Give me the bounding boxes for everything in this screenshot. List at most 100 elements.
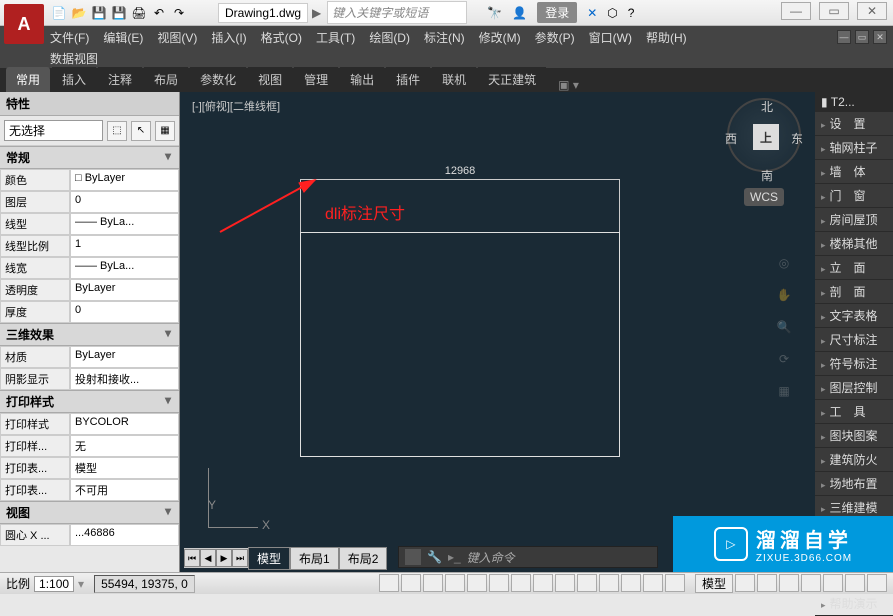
toggle-pickadd-icon[interactable]: ▦ — [155, 121, 175, 141]
annotation-scale-icon[interactable] — [757, 574, 777, 592]
sub-menu-dataview[interactable]: 数据视图 — [50, 50, 98, 67]
isolate-icon[interactable] — [845, 574, 865, 592]
scale-value[interactable]: 1:100 — [34, 576, 74, 592]
qp-icon[interactable] — [643, 574, 663, 592]
ribbon-options-icon[interactable]: ▣ ▾ — [558, 78, 579, 92]
tool-palette-item[interactable]: 楼梯其他 — [815, 232, 893, 256]
menu-item[interactable]: 插入(I) — [211, 29, 246, 46]
property-value[interactable]: 无 — [70, 435, 179, 457]
layout-nav-last[interactable]: ⏭ — [232, 549, 248, 567]
ribbon-tab[interactable]: 管理 — [294, 67, 338, 92]
layout-tab[interactable]: 布局1 — [290, 547, 339, 570]
qat-undo-icon[interactable]: ↶ — [150, 4, 168, 22]
command-input[interactable]: 键入命令 — [467, 549, 515, 566]
menu-item[interactable]: 工具(T) — [316, 29, 355, 46]
close-button[interactable]: ✕ — [857, 2, 887, 20]
wcs-badge[interactable]: WCS — [744, 188, 784, 206]
property-value[interactable]: 0 — [70, 191, 179, 213]
tool-palette-item[interactable]: 轴网柱子 — [815, 136, 893, 160]
search-input[interactable]: 键入关键字或短语 — [327, 1, 467, 24]
property-value[interactable]: —— ByLa... — [70, 257, 179, 279]
tool-palette-item[interactable]: 图层控制 — [815, 376, 893, 400]
infer-icon[interactable] — [379, 574, 399, 592]
ribbon-tab[interactable]: 插入 — [52, 67, 96, 92]
property-section-header[interactable]: 常规 — [0, 146, 179, 169]
qat-saveas-icon[interactable]: 💾 — [110, 4, 128, 22]
tool-palette-item[interactable]: 工 具 — [815, 400, 893, 424]
tool-palette-item[interactable]: 文字表格 — [815, 304, 893, 328]
otrack-icon[interactable] — [533, 574, 553, 592]
tool-palette-item[interactable]: 立 面 — [815, 256, 893, 280]
property-section-header[interactable]: 视图 — [0, 501, 179, 524]
help-icon[interactable]: ? — [628, 6, 635, 20]
zoom-icon[interactable]: 🔍 — [773, 316, 795, 338]
viewport-label[interactable]: [-][俯视][二维线框] — [192, 98, 280, 114]
ribbon-tab[interactable]: 联机 — [432, 67, 476, 92]
tool-palette-item[interactable]: 符号标注 — [815, 352, 893, 376]
polar-icon[interactable] — [467, 574, 487, 592]
ribbon-tab[interactable]: 天正建筑 — [478, 67, 546, 92]
tool-palette-item[interactable]: 设 置 — [815, 112, 893, 136]
property-value[interactable]: □ ByLayer — [70, 169, 179, 191]
qat-save-icon[interactable]: 💾 — [90, 4, 108, 22]
property-value[interactable]: —— ByLa... — [70, 213, 179, 235]
menu-item[interactable]: 修改(M) — [479, 29, 521, 46]
clean-screen-icon[interactable] — [867, 574, 887, 592]
dyn-icon[interactable] — [577, 574, 597, 592]
osnap-icon[interactable] — [489, 574, 509, 592]
menu-item[interactable]: 标注(N) — [424, 29, 465, 46]
app-logo[interactable]: A — [4, 4, 44, 44]
property-value[interactable]: 模型 — [70, 457, 179, 479]
doc-minimize-button[interactable]: — — [837, 30, 851, 44]
property-value[interactable]: BYCOLOR — [70, 413, 179, 435]
model-space-button[interactable]: 模型 — [695, 574, 733, 593]
cmd-tools-icon[interactable]: 🔧 — [427, 550, 442, 564]
tool-palette-item[interactable]: 房间屋顶 — [815, 208, 893, 232]
view-cube[interactable]: 北 南 西 东 上 WCS — [727, 98, 801, 188]
ribbon-tab[interactable]: 输出 — [340, 67, 384, 92]
pan-icon[interactable]: ✋ — [773, 284, 795, 306]
qat-new-icon[interactable]: 📄 — [50, 4, 68, 22]
menu-item[interactable]: 格式(O) — [261, 29, 302, 46]
property-value[interactable]: 1 — [70, 235, 179, 257]
selection-dropdown[interactable]: 无选择 — [4, 120, 103, 141]
menu-item[interactable]: 视图(V) — [157, 29, 197, 46]
tpy-icon[interactable] — [621, 574, 641, 592]
3dosnap-icon[interactable] — [511, 574, 531, 592]
tool-palette-title[interactable]: ▮ T2... — [815, 92, 893, 112]
tool-palette-item[interactable]: 尺寸标注 — [815, 328, 893, 352]
property-value[interactable]: ByLayer — [70, 346, 179, 368]
binoculars-icon[interactable]: 🔭 — [487, 6, 502, 20]
qat-redo-icon[interactable]: ↷ — [170, 4, 188, 22]
showmotion-icon[interactable]: ▦ — [773, 380, 795, 402]
doc-close-button[interactable]: ✕ — [873, 30, 887, 44]
select-objects-icon[interactable]: ↖ — [131, 121, 151, 141]
hardware-accel-icon[interactable] — [823, 574, 843, 592]
steering-wheel-icon[interactable]: ◎ — [773, 252, 795, 274]
qat-print-icon[interactable]: 🖨 — [130, 4, 148, 22]
quick-select-icon[interactable]: ⬚ — [107, 121, 127, 141]
play-icon[interactable]: ▶ — [312, 6, 321, 20]
cloud-icon[interactable]: ⬡ — [607, 6, 617, 20]
layout-tab[interactable]: 布局2 — [339, 547, 388, 570]
tool-palette-item[interactable]: 场地布置 — [815, 472, 893, 496]
layout-nav-first[interactable]: ⏮ — [184, 549, 200, 567]
menu-item[interactable]: 窗口(W) — [589, 29, 632, 46]
cmd-close-icon[interactable] — [405, 549, 421, 565]
grid-icon[interactable] — [423, 574, 443, 592]
sc-icon[interactable] — [665, 574, 685, 592]
command-line[interactable]: 🔧 ▸_ 键入命令 — [398, 546, 658, 568]
maximize-button[interactable]: ▭ — [819, 2, 849, 20]
ribbon-tab[interactable]: 视图 — [248, 67, 292, 92]
tool-palette-item[interactable]: 建筑防火 — [815, 448, 893, 472]
layout-quick-view-icon[interactable] — [735, 574, 755, 592]
layout-nav-prev[interactable]: ◀ — [200, 549, 216, 567]
workspace-icon[interactable] — [779, 574, 799, 592]
orbit-icon[interactable]: ⟳ — [773, 348, 795, 370]
ortho-icon[interactable] — [445, 574, 465, 592]
property-value[interactable]: 投射和接收... — [70, 368, 179, 390]
ribbon-tab[interactable]: 参数化 — [190, 67, 246, 92]
lwt-icon[interactable] — [599, 574, 619, 592]
menu-item[interactable]: 编辑(E) — [103, 29, 143, 46]
property-section-header[interactable]: 三维效果 — [0, 323, 179, 346]
